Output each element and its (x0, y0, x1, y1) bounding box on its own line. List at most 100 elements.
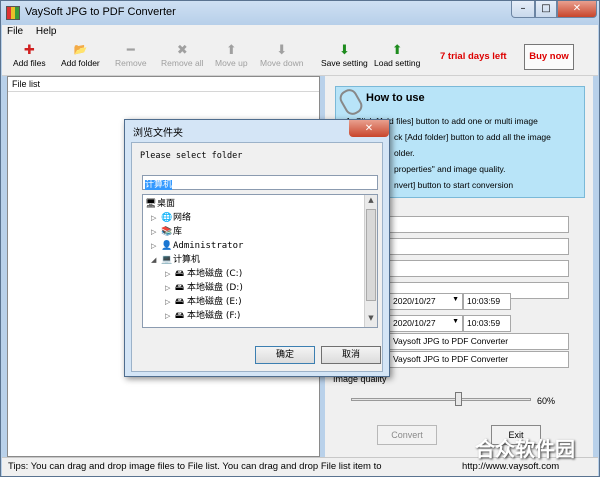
image-quality-slider-thumb[interactable] (455, 392, 462, 406)
tree-item-label: 本地磁盘 (E:) (187, 297, 242, 307)
tree-scrollbar[interactable]: ▲ ▼ (364, 195, 377, 327)
drive-icon: 🖴 (175, 311, 185, 321)
tree-item-label: 本地磁盘 (D:) (187, 283, 243, 293)
maximize-button[interactable]: □ (535, 1, 557, 18)
folder-path-input[interactable]: 计算机 (142, 175, 378, 190)
remove-button[interactable]: ━ Remove (115, 42, 147, 68)
created-time-field[interactable]: 10:03:59 (463, 293, 511, 310)
save-setting-label: Save setting (321, 58, 368, 68)
x-icon: ✖ (176, 42, 188, 57)
move-up-label: Move up (215, 58, 248, 68)
created-date-picker[interactable]: 2020/10/27 ▼ (389, 293, 463, 310)
tree-item-label: 本地磁盘 (C:) (187, 269, 243, 279)
drive-icon: 🖴 (175, 297, 185, 307)
dialog-body: Please select folder 计算机 🖥桌面 ▷ 🌐网络 ▷ 📚库 ▷ 👤… (131, 142, 383, 372)
tree-item-drive-f[interactable]: ▷ 🖴 本地磁盘 (F:) (165, 309, 240, 323)
expand-icon[interactable]: ▷ (165, 267, 175, 281)
title-field[interactable] (389, 216, 569, 233)
plus-icon: ✚ (23, 42, 35, 57)
dialog-prompt: Please select folder (140, 151, 243, 161)
tips-text: Tips: You can drag and drop image files … (8, 461, 382, 472)
modified-date-value: 2020/10/27 (393, 318, 436, 328)
dialog-close-button[interactable]: ✕ (349, 120, 389, 137)
modified-date-picker[interactable]: 2020/10/27 ▼ (389, 315, 463, 332)
desktop-icon: 🖥 (145, 199, 157, 209)
window-title: VaySoft JPG to PDF Converter (25, 6, 176, 18)
remove-all-button[interactable]: ✖ Remove all (161, 42, 204, 68)
tree-item-drive-c[interactable]: ▷ 🖴 本地磁盘 (C:) (165, 267, 242, 281)
expand-icon[interactable]: ▷ (165, 295, 175, 309)
how-to-use-title: How to use (366, 92, 425, 104)
folder-tree[interactable]: 🖥桌面 ▷ 🌐网络 ▷ 📚库 ▷ 👤Administrator ◢ 💻计算机 ▷ 🖴 本地磁… (142, 194, 378, 328)
image-quality-value: 60% (537, 396, 556, 406)
save-setting-button[interactable]: ⬇ Save setting (321, 42, 368, 68)
subject-field[interactable] (389, 260, 569, 277)
tree-item-drive-d[interactable]: ▷ 🖴 本地磁盘 (D:) (165, 281, 243, 295)
move-up-button[interactable]: ⬆ Move up (215, 42, 248, 68)
tree-item-label: Administrator (173, 241, 244, 251)
drive-icon: 🖴 (175, 283, 185, 293)
tree-item-drive-e[interactable]: ▷ 🖴 本地磁盘 (E:) (165, 295, 242, 309)
tree-item-network[interactable]: ▷ 🌐网络 (151, 211, 191, 225)
arrow-down-icon: ⬇ (276, 42, 288, 57)
menu-file[interactable]: File (2, 25, 28, 38)
remove-all-label: Remove all (161, 58, 204, 68)
convert-button[interactable]: Convert (377, 425, 437, 445)
move-down-label: Move down (260, 58, 304, 68)
scroll-down-icon[interactable]: ▼ (365, 314, 377, 326)
folder-icon: 📂 (73, 44, 88, 56)
load-setting-button[interactable]: ⬆ Load setting (374, 42, 420, 68)
toolbar: ✚ Add files 📂 Add folder ━ Remove ✖ Remo… (2, 40, 598, 76)
creator-field[interactable]: Vaysoft JPG to PDF Converter (389, 351, 569, 368)
tree-item-computer[interactable]: ◢ 💻计算机 (151, 253, 200, 267)
add-files-label: Add files (13, 58, 46, 68)
folder-path-value: 计算机 (145, 180, 173, 190)
add-files-button[interactable]: ✚ Add files (13, 42, 46, 68)
menu-help[interactable]: Help (31, 25, 62, 38)
trial-days-text: 7 trial days left (440, 51, 507, 62)
expand-icon[interactable]: ▷ (165, 281, 175, 295)
close-button[interactable]: ✕ (557, 1, 597, 18)
download-icon: ⬇ (338, 42, 350, 57)
expand-icon[interactable]: ▷ (165, 309, 175, 323)
tree-item-library[interactable]: ▷ 📚库 (151, 225, 182, 239)
user-icon: 👤 (161, 241, 173, 251)
cancel-button[interactable]: 取消 (321, 346, 381, 364)
drive-icon: 🖴 (175, 269, 185, 279)
ok-button[interactable]: 确定 (255, 346, 315, 364)
computer-icon: 💻 (161, 255, 173, 265)
minimize-button[interactable]: – (511, 1, 535, 18)
expand-icon[interactable]: ▷ (151, 211, 161, 225)
add-folder-label: Add folder (61, 58, 100, 68)
dialog-title: 浏览文件夹 (133, 128, 183, 139)
website-link[interactable]: http://www.vaysoft.com (462, 461, 559, 472)
scrollbar-thumb[interactable] (366, 209, 376, 301)
expand-icon[interactable]: ▷ (151, 239, 161, 253)
title-bar: VaySoft JPG to PDF Converter – □ ✕ (1, 1, 599, 25)
menu-bar: File Help (2, 25, 598, 40)
created-date-value: 2020/10/27 (393, 296, 436, 306)
app-logo-icon (6, 6, 20, 20)
file-list-header[interactable]: File list (8, 77, 319, 92)
tree-item-label: 网络 (173, 213, 192, 223)
image-quality-slider[interactable] (351, 398, 531, 401)
collapse-icon[interactable]: ◢ (151, 253, 161, 267)
expand-icon[interactable]: ▷ (151, 225, 161, 239)
producer-field[interactable]: Vaysoft JPG to PDF Converter (389, 333, 569, 350)
tree-item-label: 本地磁盘 (F:) (187, 311, 241, 321)
modified-time-field[interactable]: 10:03:59 (463, 315, 511, 332)
arrow-up-icon: ⬆ (225, 42, 237, 57)
browse-folder-dialog: 浏览文件夹 ✕ Please select folder 计算机 🖥桌面 ▷ 🌐网… (124, 119, 390, 377)
chevron-down-icon: ▼ (452, 318, 459, 325)
tree-item-label: 桌面 (157, 199, 176, 209)
scroll-up-icon[interactable]: ▲ (365, 196, 377, 208)
network-icon: 🌐 (161, 213, 173, 223)
tree-item-administrator[interactable]: ▷ 👤Administrator (151, 239, 243, 253)
move-down-button[interactable]: ⬇ Move down (260, 42, 303, 68)
add-folder-button[interactable]: 📂 Add folder (61, 42, 100, 68)
upload-icon: ⬆ (391, 42, 403, 57)
load-setting-label: Load setting (374, 58, 421, 68)
buy-now-button[interactable]: Buy now (524, 44, 574, 70)
author-field[interactable] (389, 238, 569, 255)
tree-item-desktop[interactable]: 🖥桌面 (145, 197, 175, 211)
